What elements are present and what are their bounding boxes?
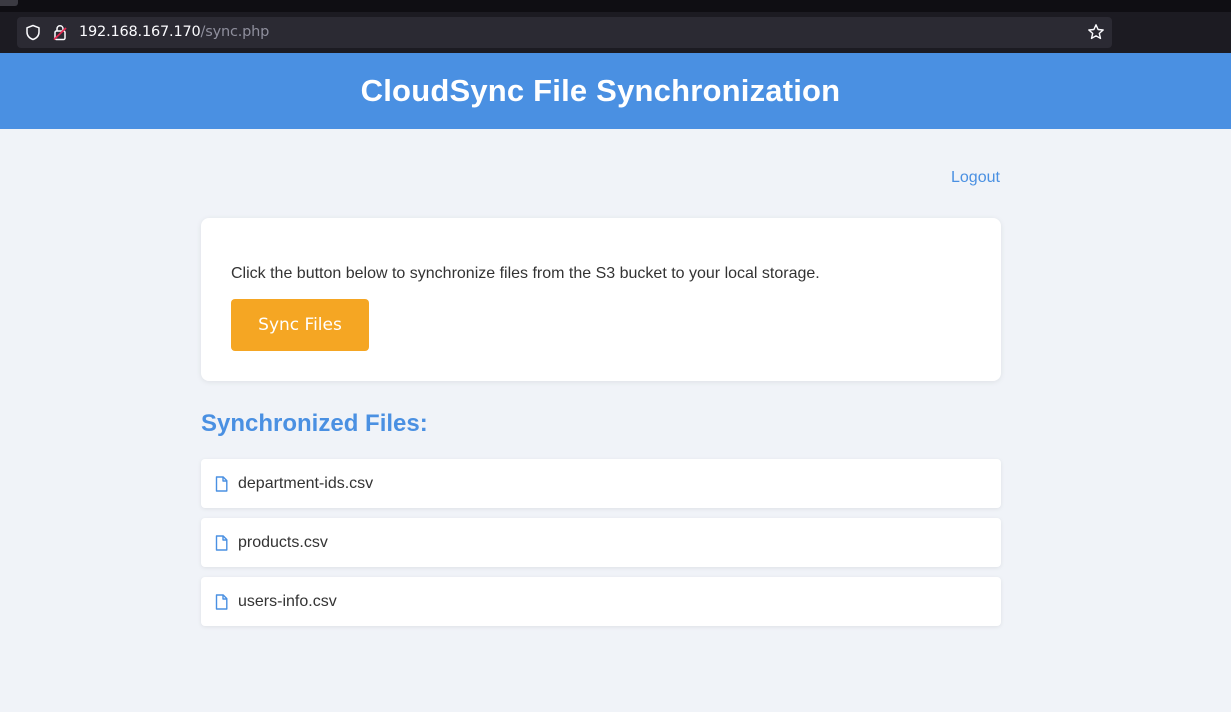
file-icon	[215, 593, 228, 610]
lock-icon[interactable]	[53, 24, 67, 41]
browser-chrome: 192.168.167.170/sync.php	[0, 0, 1231, 53]
file-list-item: products.csv	[201, 518, 1001, 567]
sync-card: Click the button below to synchronize fi…	[201, 218, 1001, 381]
file-name: users-info.csv	[238, 592, 337, 610]
url-text[interactable]: 192.168.167.170/sync.php	[79, 24, 269, 41]
logout-link[interactable]: Logout	[951, 169, 1000, 187]
file-list: department-ids.csv products.csv users-in…	[201, 459, 1001, 636]
file-icon	[215, 534, 228, 551]
url-host: 192.168.167.170	[79, 24, 201, 40]
star-icon[interactable]	[1087, 23, 1105, 41]
sync-files-button[interactable]: Sync Files	[231, 299, 369, 351]
file-name: department-ids.csv	[238, 474, 374, 492]
url-path: /sync.php	[200, 24, 270, 40]
sync-description: Click the button below to synchronize fi…	[231, 265, 820, 282]
shield-icon[interactable]	[25, 24, 41, 41]
file-list-item: users-info.csv	[201, 577, 1001, 626]
file-name: products.csv	[238, 533, 328, 551]
url-bar[interactable]: 192.168.167.170/sync.php	[17, 17, 1112, 48]
tab-strip	[0, 0, 1231, 12]
page-title: CloudSync File Synchronization	[360, 73, 841, 108]
file-icon	[215, 475, 228, 492]
synchronized-files-heading: Synchronized Files:	[201, 410, 428, 437]
file-list-item: department-ids.csv	[201, 459, 1001, 508]
app-header: CloudSync File Synchronization	[0, 53, 1231, 129]
tab-handle[interactable]	[0, 0, 18, 6]
